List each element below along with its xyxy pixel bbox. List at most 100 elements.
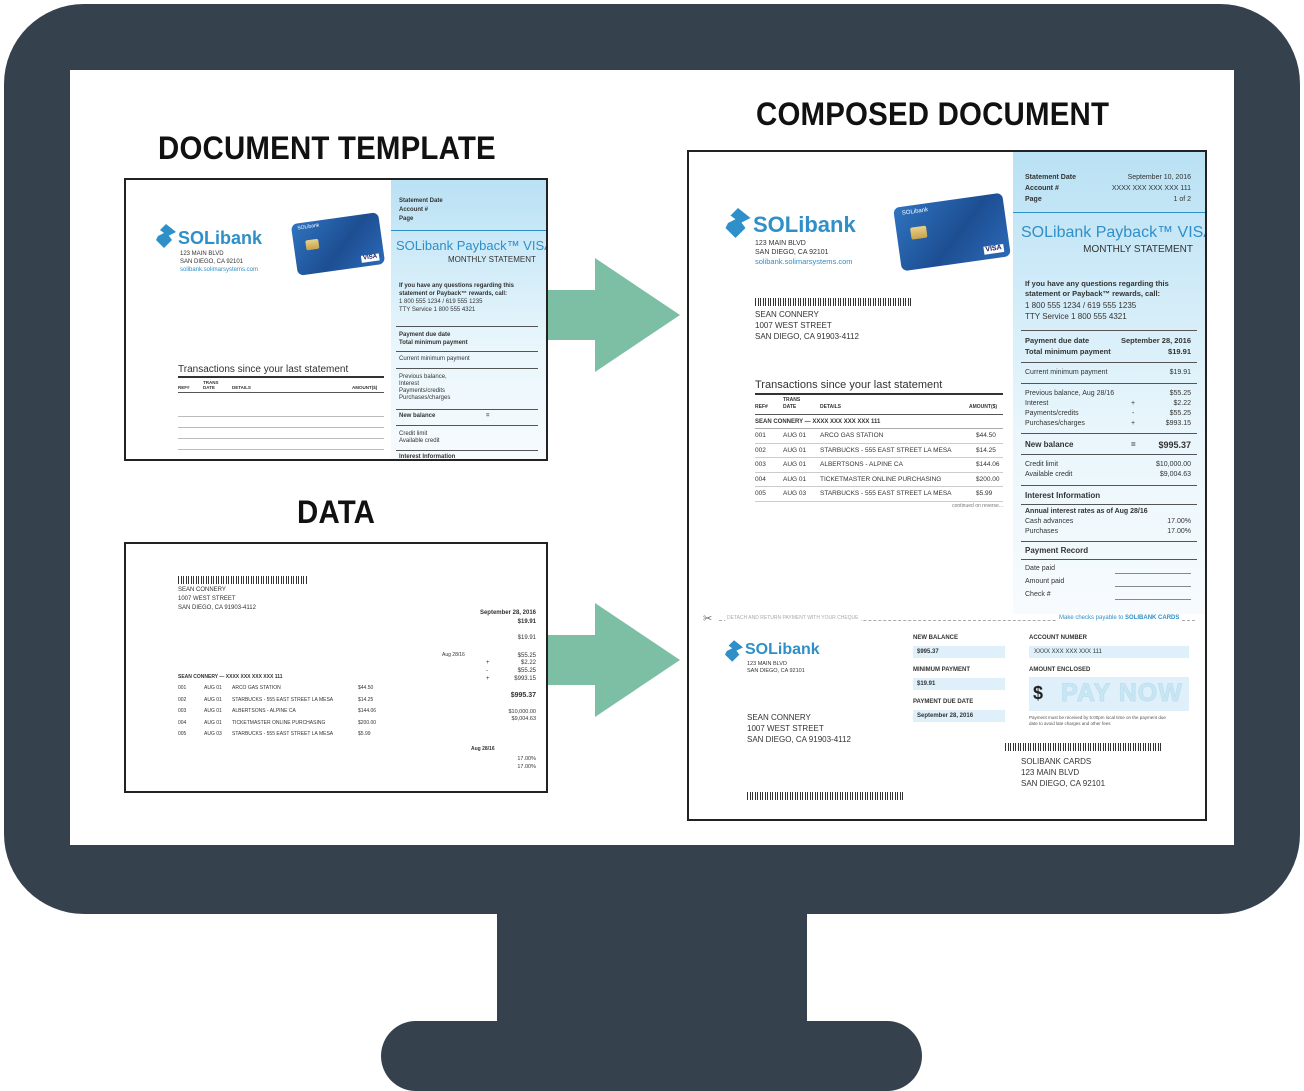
credit-limit-label: Credit limit — [399, 431, 428, 437]
purchases: $993.15 — [1165, 420, 1191, 427]
row-ref: 005 — [755, 490, 766, 497]
questions-line2: statement or Payback™ rewards, call: — [1025, 289, 1161, 298]
col-ref: REF# — [178, 385, 190, 390]
row-details: ARCO GAS STATION — [232, 685, 281, 691]
barcode-icon — [1005, 743, 1163, 751]
customer-city: SAN DIEGO, CA 91903-4112 — [178, 605, 256, 611]
transactions-title: Transactions since your last statement — [178, 364, 349, 375]
interest-label: Interest — [1025, 400, 1049, 407]
row-ref: 002 — [178, 696, 187, 703]
data-account-line: SEAN CONNERY — XXXX XXX XXX XXX 111 — [178, 674, 283, 680]
col-ref: REF# — [755, 404, 768, 410]
plus-sign: + — [1131, 420, 1136, 427]
purchases-rate: 17.00% — [1167, 528, 1191, 535]
data-credit-limit: $10,000.00 — [508, 709, 536, 715]
composed-document: SOLibank 123 MAIN BLVD SAN DIEGO, CA 921… — [687, 150, 1207, 821]
row-divider — [755, 442, 1003, 444]
stub-address1: 123 MAIN BLVD — [747, 661, 787, 667]
brand-website: solibank.solimarsystems.com — [180, 267, 259, 273]
due-date: September 28, 2016 — [1120, 336, 1191, 345]
barcode-icon — [755, 298, 913, 306]
col-date: DATE — [783, 404, 797, 410]
customer-name: SEAN CONNERY — [178, 587, 226, 593]
stub-logo-text: SOLibank — [745, 641, 820, 658]
stub-due-label: PAYMENT DUE DATE — [913, 699, 974, 705]
row-date: AUG 01 — [783, 475, 807, 483]
solibank-logo-icon — [156, 224, 176, 248]
account-number: XXXX XXX XXX XXX 111 — [1111, 185, 1191, 192]
credit-limit: $10,000.00 — [1155, 461, 1191, 468]
row-amount: $14.25 — [358, 696, 374, 703]
row-details: TICKETMASTER ONLINE PURCHASING — [232, 719, 326, 726]
phone: 1 800 555 1234 / 619 555 1235 — [1025, 301, 1137, 310]
row-ref: 001 — [178, 685, 187, 691]
card-visa-icon: VISA — [983, 243, 1005, 255]
heading-data: DATA — [297, 494, 376, 530]
row-amount: $200.00 — [976, 475, 1000, 483]
barcode-icon — [178, 576, 308, 584]
row-divider — [755, 486, 1003, 487]
row-amount: $144.06 — [358, 708, 377, 714]
payments-label: Payments/credits — [399, 388, 446, 394]
page-label: Page — [399, 216, 414, 222]
amount-paid-label: Amount paid — [1025, 578, 1065, 585]
continued-note: continued on reverse... — [952, 503, 1003, 509]
cash-advances-label: Cash advances — [1025, 518, 1074, 525]
data-interest: $2.22 — [520, 660, 536, 666]
stub-due: September 28, 2016 — [917, 713, 974, 719]
data-purchases-rate: 17.00% — [517, 764, 536, 770]
tty: TTY Service 1 800 555 4321 — [1025, 312, 1127, 321]
monitor-base — [381, 1021, 922, 1091]
row-date: AUG 01 — [204, 708, 222, 714]
data-date: Aug 28/16 — [442, 652, 465, 658]
row-date: AUG 01 — [204, 696, 222, 703]
brand-address1: 123 MAIN BLVD — [180, 251, 224, 257]
tty: TTY Service 1 800 555 4321 — [399, 307, 476, 313]
remit-street: 123 MAIN BLVD — [1021, 768, 1080, 777]
row-date: AUG 01 — [204, 719, 222, 726]
data-new-balance: $995.37 — [510, 692, 536, 699]
stub-min-payment: $19.91 — [917, 681, 936, 687]
row-amount: $200.00 — [358, 719, 377, 726]
row-ref: 003 — [178, 708, 187, 714]
arrow-right-icon — [545, 603, 680, 717]
stub-new-balance-label: NEW BALANCE — [913, 635, 958, 641]
row-details: ALBERTSONS - ALPINE CA — [232, 708, 296, 714]
available-credit: $9,004.63 — [1159, 471, 1191, 478]
interest-label: Interest — [399, 381, 420, 387]
row-amount: $5.99 — [976, 490, 993, 497]
remit-name: SOLIBANK CARDS — [1021, 757, 1092, 766]
data-payments: $55.25 — [517, 668, 536, 674]
due-date-label: Payment due date — [399, 332, 451, 338]
questions-line1: If you have any questions regarding this — [399, 283, 515, 289]
row-amount: $144.06 — [976, 461, 1000, 468]
pay-now-watermark: PAY NOW — [1061, 679, 1183, 708]
data-current-min: $19.91 — [517, 635, 536, 641]
purchases-rate-label: Purchases — [1025, 528, 1059, 535]
row-date: AUG 03 — [783, 490, 807, 497]
purchases-label: Purchases/charges — [399, 395, 451, 401]
row-amount: $14.25 — [976, 446, 996, 454]
interest-info-label: Interest Information — [1025, 491, 1101, 500]
monitor-neck — [497, 905, 807, 1035]
customer-name: SEAN CONNERY — [755, 310, 819, 319]
account-line: SEAN CONNERY — XXXX XXX XXX XXX 111 — [755, 419, 881, 425]
row-divider — [755, 471, 1003, 473]
available-credit-label: Available credit — [1025, 471, 1073, 478]
row-date: AUG 03 — [204, 731, 222, 737]
row-divider — [755, 500, 1003, 502]
row-details: STARBUCKS - 555 EAST STREET LA MESA — [232, 731, 334, 737]
current-min-label: Current minimum payment — [1025, 369, 1108, 376]
plus-sign: + — [486, 660, 490, 666]
plus-sign: + — [486, 676, 490, 682]
payments: $55.25 — [1169, 410, 1191, 417]
page-label: Page — [1025, 196, 1042, 203]
new-balance-label: New balance — [399, 413, 436, 419]
row-details: STARBUCKS - 555 EAST STREET LA MESA — [820, 490, 952, 497]
brand-website: solibank.solimarsystems.com — [755, 257, 853, 266]
questions-line1: If you have any questions regarding this — [1025, 279, 1169, 288]
row-details: STARBUCKS - 555 EAST STREET LA MESA — [820, 446, 952, 454]
credit-limit-label: Credit limit — [1025, 461, 1059, 468]
solibank-logo-icon — [725, 640, 743, 662]
brand-address1: 123 MAIN BLVD — [755, 240, 806, 247]
